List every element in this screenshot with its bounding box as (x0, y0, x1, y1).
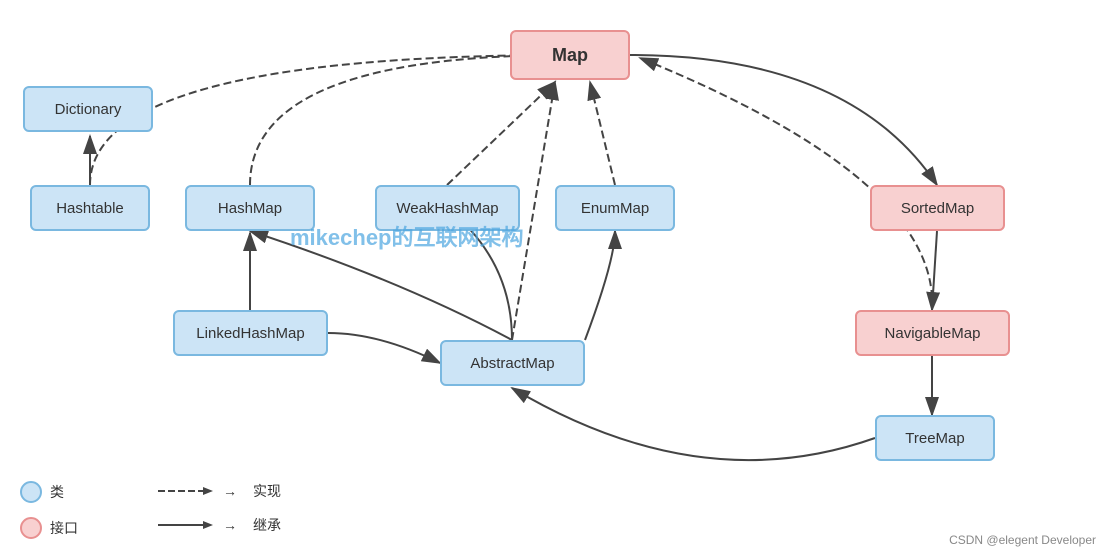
credit-text: CSDN @elegent Developer (949, 533, 1096, 547)
legend-inherit-label: 继承 (253, 515, 281, 535)
legend-class-label: 类 (50, 482, 64, 502)
legend-class-icon (20, 481, 42, 503)
node-linkedhashmap-label: LinkedHashMap (196, 325, 304, 342)
legend-implement-arrow: → (223, 483, 237, 499)
node-navigablemap-label: NavigableMap (885, 325, 981, 342)
node-map: Map (510, 30, 630, 80)
legend-shapes: 类 接口 (20, 481, 78, 539)
node-abstractmap: AbstractMap (440, 340, 585, 386)
legend-inherit-arrow: → (223, 517, 237, 533)
legend-interface: 接口 (20, 517, 78, 539)
node-treemap: TreeMap (875, 415, 995, 461)
legend-implement: → 实现 (158, 481, 281, 501)
node-sortedmap-label: SortedMap (901, 200, 974, 217)
node-hashtable-label: Hashtable (56, 200, 124, 217)
node-sortedmap: SortedMap (870, 185, 1005, 231)
node-enummap-label: EnumMap (581, 200, 649, 217)
legend-interface-label: 接口 (50, 518, 78, 538)
node-weakhashmap-label: WeakHashMap (396, 200, 498, 217)
node-dictionary-label: Dictionary (55, 101, 122, 118)
diagram-container: Dictionary Hashtable HashMap LinkedHashM… (0, 0, 1111, 559)
legend-implement-label: 实现 (253, 481, 281, 501)
node-dictionary: Dictionary (23, 86, 153, 132)
node-map-label: Map (552, 45, 588, 66)
node-treemap-label: TreeMap (905, 430, 964, 447)
node-linkedhashmap: LinkedHashMap (173, 310, 328, 356)
node-hashtable: Hashtable (30, 185, 150, 231)
node-weakhashmap: WeakHashMap (375, 185, 520, 231)
legend: 类 接口 → 实现 → 继承 (20, 481, 281, 539)
node-navigablemap: NavigableMap (855, 310, 1010, 356)
credit: CSDN @elegent Developer (949, 533, 1096, 547)
node-hashmap-label: HashMap (218, 200, 282, 217)
legend-inherit-line (158, 517, 213, 533)
legend-class: 类 (20, 481, 78, 503)
legend-interface-icon (20, 517, 42, 539)
node-enummap: EnumMap (555, 185, 675, 231)
legend-inherit: → 继承 (158, 515, 281, 535)
legend-lines: → 实现 → 继承 (158, 481, 281, 535)
arrows-layer (0, 0, 1111, 559)
node-abstractmap-label: AbstractMap (470, 355, 554, 372)
legend-implement-line (158, 483, 213, 499)
node-hashmap: HashMap (185, 185, 315, 231)
